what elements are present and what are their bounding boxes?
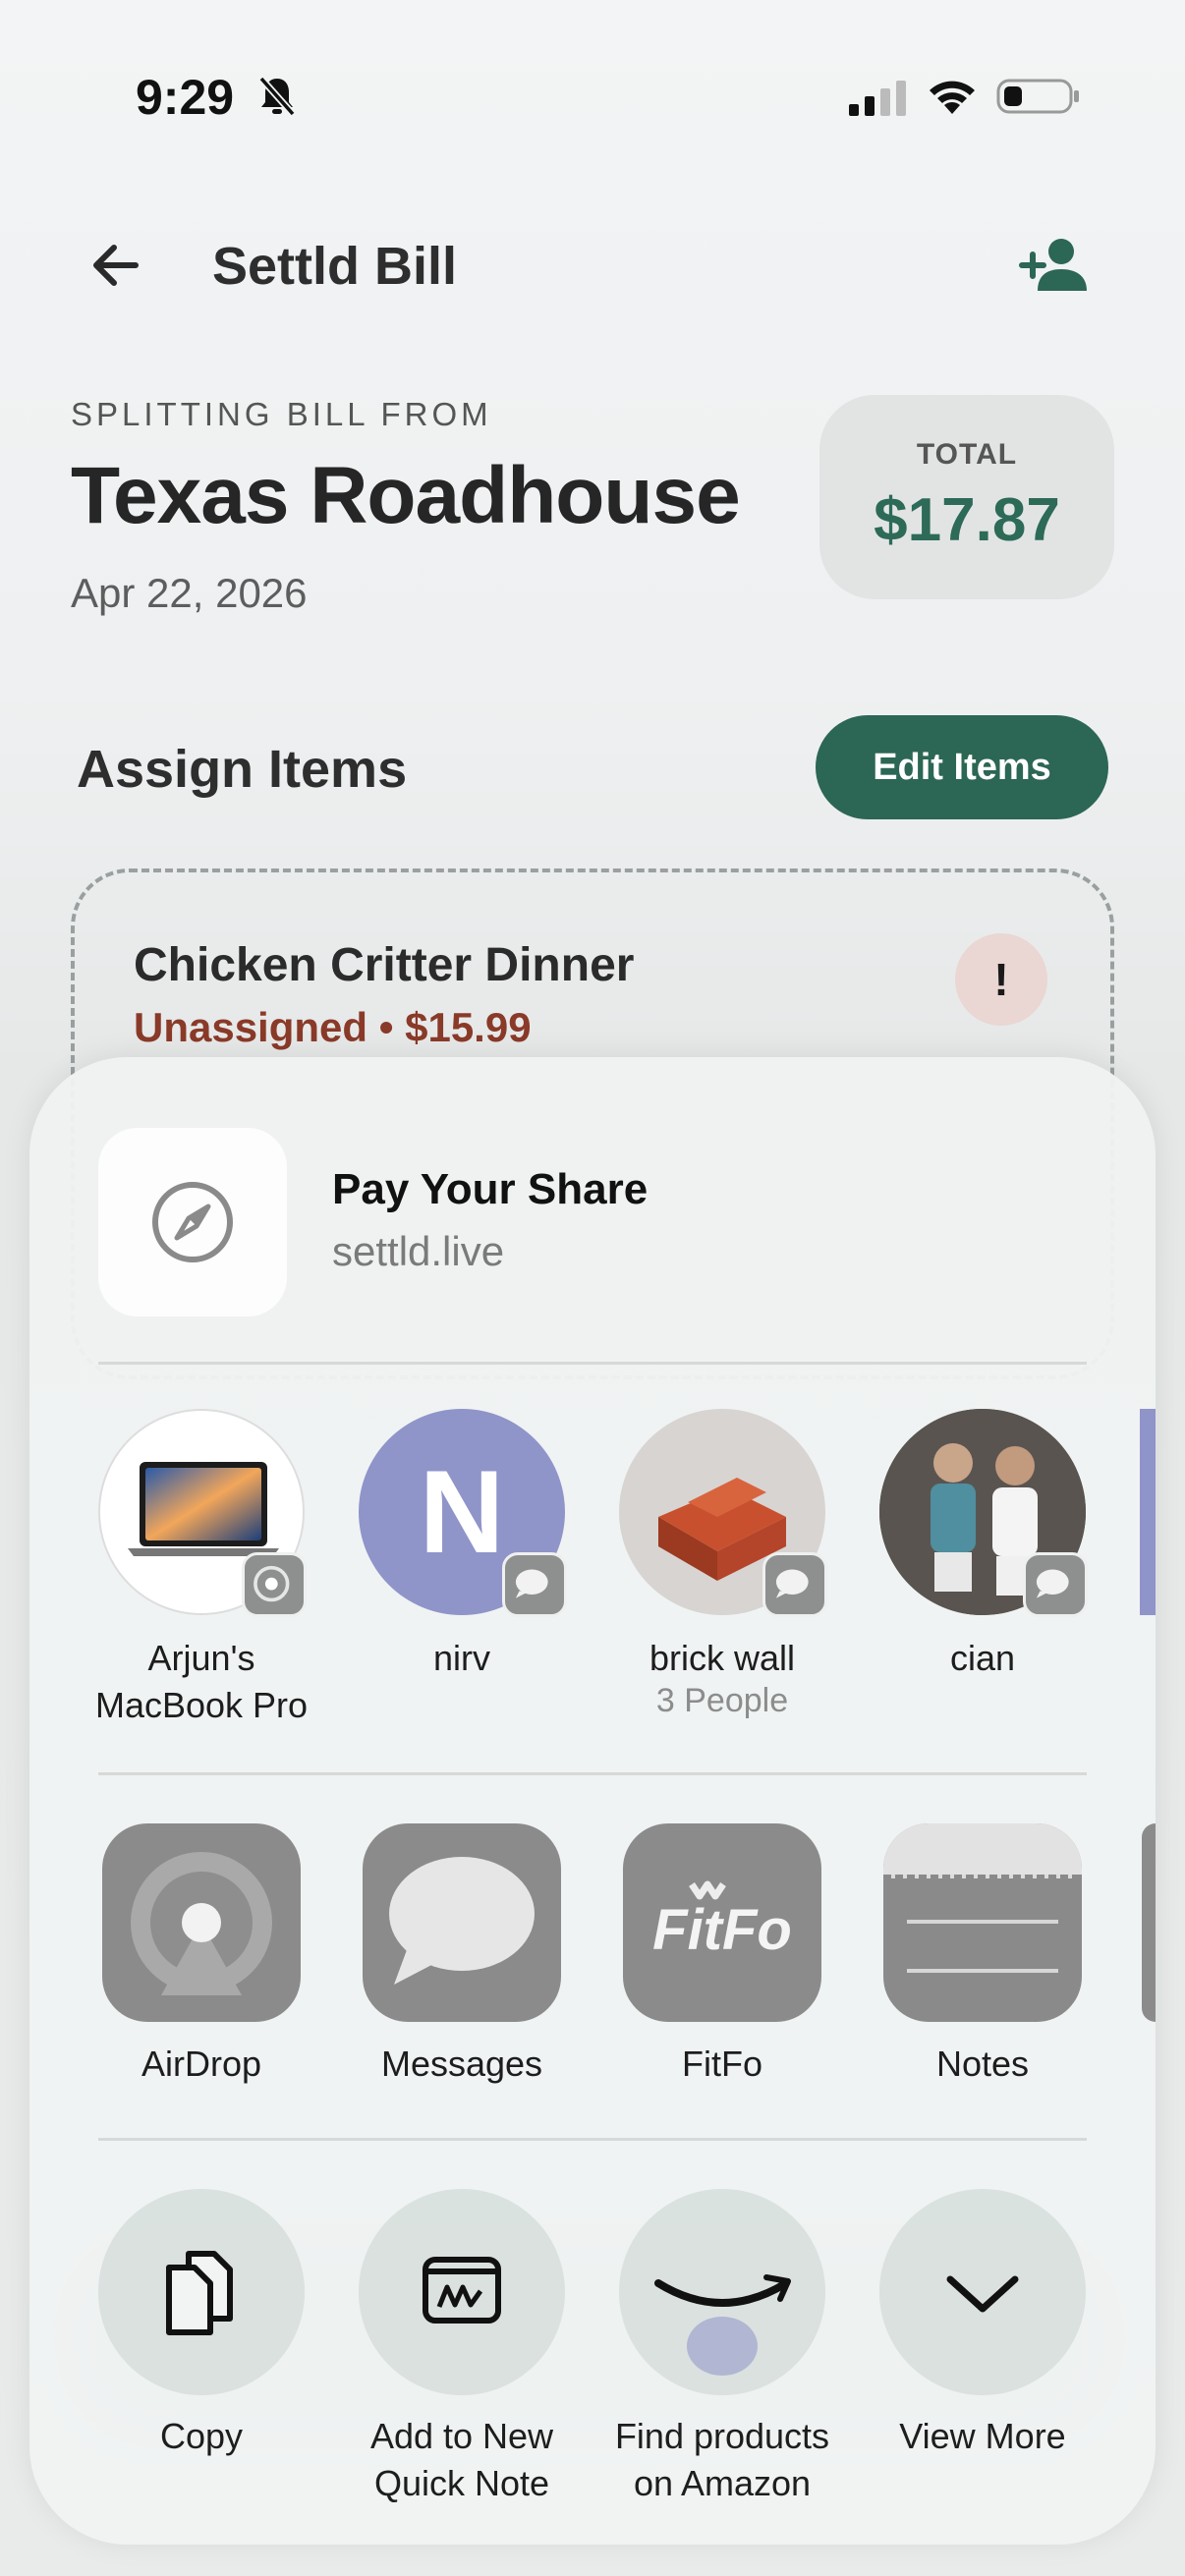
share-target-arjun-macbook[interactable] — [98, 1409, 307, 1635]
fitfo-app-button[interactable]: FitFo — [623, 1823, 821, 2022]
messages-app-button[interactable] — [363, 1823, 561, 2022]
item-status: Unassigned • $15.99 — [134, 1004, 532, 1050]
app-label: Messages — [380, 2044, 543, 2084]
wifi-icon — [930, 81, 975, 114]
app-peek — [1142, 1823, 1156, 2022]
share-target-brick-wall[interactable] — [619, 1409, 827, 1635]
preview-title: Pay Your Share — [332, 1165, 649, 1213]
messages-icon — [389, 1857, 535, 1985]
action-label: Copy — [159, 2416, 244, 2456]
quick-note-icon — [423, 2257, 501, 2324]
app-label: AirDrop — [141, 2044, 262, 2084]
copy-icon — [166, 2251, 233, 2335]
edit-items-button[interactable]: Edit Items — [816, 715, 1108, 819]
divider — [98, 2138, 1087, 2141]
share-target-cian[interactable] — [879, 1409, 1088, 1635]
total-label: TOTAL — [916, 438, 1018, 471]
divider — [98, 1772, 1087, 1775]
app-label: FitFo — [681, 2044, 762, 2084]
status-time: 9:29 — [136, 70, 235, 125]
amazon-button[interactable] — [619, 2189, 825, 2395]
person-name: nirv — [432, 1638, 490, 1678]
share-target-nirv[interactable]: N — [359, 1409, 567, 1635]
page-title: Settld Bill — [212, 237, 458, 296]
bell-slash-icon — [258, 76, 296, 117]
person-add-icon[interactable] — [1018, 236, 1089, 295]
divider — [98, 1362, 1087, 1365]
airdrop-icon — [131, 1852, 272, 1995]
person-name: Arjun's MacBook Pro — [94, 1638, 309, 1725]
share-target-peek — [1140, 1409, 1156, 1615]
person-name: cian — [949, 1638, 1016, 1678]
item-name: Chicken Critter Dinner — [134, 939, 635, 991]
action-label: Add to New Quick Note — [369, 2416, 554, 2503]
bill-date: Apr 22, 2026 — [71, 570, 308, 616]
fitfo-logo-text: FitFo — [652, 1898, 792, 1962]
action-label: Find products on Amazon — [614, 2416, 830, 2503]
notes-app-button[interactable] — [883, 1823, 1082, 2022]
restaurant-name: Texas Roadhouse — [71, 451, 741, 540]
preview-url: settld.live — [332, 1228, 505, 1274]
fitfo-icon: FitFo — [652, 1880, 792, 1962]
message-icon — [502, 1552, 567, 1617]
warning-badge: ! — [955, 933, 1047, 1026]
total-amount: $17.87 — [874, 486, 1060, 554]
arrow-left-icon[interactable] — [86, 234, 149, 297]
chevron-down-icon — [946, 2275, 1019, 2313]
view-more-button[interactable] — [879, 2189, 1086, 2395]
app-label: Notes — [935, 2044, 1030, 2084]
notes-icon — [883, 1823, 1082, 1973]
assign-items-heading: Assign Items — [77, 740, 408, 799]
airdrop-icon — [242, 1552, 307, 1617]
compass-icon — [152, 1182, 233, 1262]
person-name: brick wall — [649, 1638, 796, 1678]
airdrop-app-button[interactable] — [102, 1823, 301, 2022]
battery-icon — [996, 79, 1079, 114]
cellular-signal-icon — [849, 81, 906, 116]
bill-source-label: SPLITTING BILL FROM — [71, 396, 492, 432]
message-icon — [762, 1552, 827, 1617]
message-icon — [1023, 1552, 1088, 1617]
total-card: TOTAL $17.87 — [819, 395, 1114, 599]
action-label: View More — [899, 2416, 1066, 2456]
quick-note-button[interactable] — [359, 2189, 565, 2395]
person-subtitle: 3 People — [655, 1682, 789, 1719]
copy-button[interactable] — [98, 2189, 305, 2395]
link-preview-thumbnail — [98, 1128, 287, 1316]
screen: 9:29 Settld Bill SPLITTING BILL FROM Tex… — [0, 0, 1185, 2576]
amazon-icon — [654, 2274, 791, 2376]
